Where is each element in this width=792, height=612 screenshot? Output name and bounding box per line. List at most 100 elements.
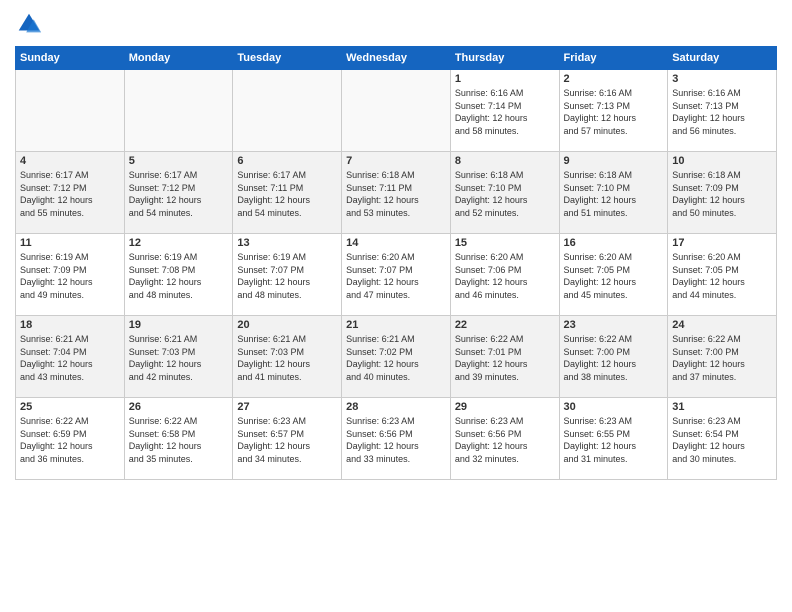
- day-info: Sunrise: 6:23 AM Sunset: 6:57 PM Dayligh…: [237, 415, 337, 465]
- day-info: Sunrise: 6:17 AM Sunset: 7:12 PM Dayligh…: [20, 169, 120, 219]
- day-info: Sunrise: 6:21 AM Sunset: 7:03 PM Dayligh…: [129, 333, 229, 383]
- calendar-cell: 12 Sunrise: 6:19 AM Sunset: 7:08 PM Dayli…: [124, 234, 233, 316]
- day-number: 26: [129, 401, 229, 413]
- calendar-cell: 6Sunrise: 6:17 AM Sunset: 7:11 PM Daylig…: [233, 152, 342, 234]
- calendar-header-saturday: Saturday: [668, 47, 777, 70]
- day-info: Sunrise: 6:22 AM Sunset: 6:59 PM Dayligh…: [20, 415, 120, 465]
- calendar-week-row: 18 Sunrise: 6:21 AM Sunset: 7:04 PM Dayli…: [16, 316, 777, 398]
- calendar-cell: 17 Sunrise: 6:20 AM Sunset: 7:05 PM Dayli…: [668, 234, 777, 316]
- calendar-cell: [16, 70, 125, 152]
- calendar-week-row: 1 Sunrise: 6:16 AM Sunset: 7:14 PM Daylig…: [16, 70, 777, 152]
- calendar-cell: 8Sunrise: 6:18 AM Sunset: 7:10 PM Daylig…: [450, 152, 559, 234]
- calendar-cell: 3Sunrise: 6:16 AM Sunset: 7:13 PM Daylig…: [668, 70, 777, 152]
- day-number: 8: [455, 155, 555, 167]
- calendar-cell: 18 Sunrise: 6:21 AM Sunset: 7:04 PM Dayli…: [16, 316, 125, 398]
- calendar-cell: 23 Sunrise: 6:22 AM Sunset: 7:00 PM Dayli…: [559, 316, 668, 398]
- day-number: 27: [237, 401, 337, 413]
- day-number: 14: [346, 237, 446, 249]
- logo-icon: [15, 10, 43, 38]
- day-number: 25: [20, 401, 120, 413]
- header: [15, 10, 777, 38]
- calendar-week-row: 4 Sunrise: 6:17 AM Sunset: 7:12 PM Daylig…: [16, 152, 777, 234]
- calendar-cell: 10Sunrise: 6:18 AM Sunset: 7:09 PM Dayli…: [668, 152, 777, 234]
- day-number: 11: [20, 237, 120, 249]
- calendar-cell: [124, 70, 233, 152]
- day-number: 7: [346, 155, 446, 167]
- day-number: 3: [672, 73, 772, 85]
- day-number: 20: [237, 319, 337, 331]
- calendar-cell: 26 Sunrise: 6:22 AM Sunset: 6:58 PM Dayli…: [124, 398, 233, 480]
- calendar-cell: 30 Sunrise: 6:23 AM Sunset: 6:55 PM Dayli…: [559, 398, 668, 480]
- day-number: 1: [455, 73, 555, 85]
- day-info: Sunrise: 6:22 AM Sunset: 6:58 PM Dayligh…: [129, 415, 229, 465]
- calendar-cell: 5Sunrise: 6:17 AM Sunset: 7:12 PM Daylig…: [124, 152, 233, 234]
- calendar-page: SundayMondayTuesdayWednesdayThursdayFrid…: [0, 0, 792, 612]
- calendar-cell: 28 Sunrise: 6:23 AM Sunset: 6:56 PM Dayli…: [342, 398, 451, 480]
- day-number: 6: [237, 155, 337, 167]
- calendar-cell: 4 Sunrise: 6:17 AM Sunset: 7:12 PM Daylig…: [16, 152, 125, 234]
- day-info: Sunrise: 6:19 AM Sunset: 7:09 PM Dayligh…: [20, 251, 120, 301]
- calendar-cell: 16 Sunrise: 6:20 AM Sunset: 7:05 PM Dayli…: [559, 234, 668, 316]
- calendar-table: SundayMondayTuesdayWednesdayThursdayFrid…: [15, 46, 777, 480]
- day-number: 5: [129, 155, 229, 167]
- calendar-cell: 1 Sunrise: 6:16 AM Sunset: 7:14 PM Daylig…: [450, 70, 559, 152]
- day-info: Sunrise: 6:22 AM Sunset: 7:00 PM Dayligh…: [672, 333, 772, 383]
- day-number: 13: [237, 237, 337, 249]
- day-info: Sunrise: 6:20 AM Sunset: 7:05 PM Dayligh…: [564, 251, 664, 301]
- calendar-cell: 11 Sunrise: 6:19 AM Sunset: 7:09 PM Dayli…: [16, 234, 125, 316]
- day-info: Sunrise: 6:19 AM Sunset: 7:08 PM Dayligh…: [129, 251, 229, 301]
- day-info: Sunrise: 6:22 AM Sunset: 7:01 PM Dayligh…: [455, 333, 555, 383]
- day-info: Sunrise: 6:21 AM Sunset: 7:02 PM Dayligh…: [346, 333, 446, 383]
- day-info: Sunrise: 6:23 AM Sunset: 6:54 PM Dayligh…: [672, 415, 772, 465]
- day-number: 17: [672, 237, 772, 249]
- calendar-header-row: SundayMondayTuesdayWednesdayThursdayFrid…: [16, 47, 777, 70]
- day-number: 29: [455, 401, 555, 413]
- day-info: Sunrise: 6:20 AM Sunset: 7:06 PM Dayligh…: [455, 251, 555, 301]
- calendar-cell: [233, 70, 342, 152]
- day-number: 12: [129, 237, 229, 249]
- day-info: Sunrise: 6:16 AM Sunset: 7:13 PM Dayligh…: [564, 87, 664, 137]
- calendar-header-friday: Friday: [559, 47, 668, 70]
- calendar-cell: 27 Sunrise: 6:23 AM Sunset: 6:57 PM Dayli…: [233, 398, 342, 480]
- calendar-cell: 31Sunrise: 6:23 AM Sunset: 6:54 PM Dayli…: [668, 398, 777, 480]
- calendar-cell: 29 Sunrise: 6:23 AM Sunset: 6:56 PM Dayli…: [450, 398, 559, 480]
- day-number: 15: [455, 237, 555, 249]
- calendar-cell: 19 Sunrise: 6:21 AM Sunset: 7:03 PM Dayli…: [124, 316, 233, 398]
- day-number: 23: [564, 319, 664, 331]
- logo: [15, 10, 47, 38]
- day-info: Sunrise: 6:18 AM Sunset: 7:10 PM Dayligh…: [564, 169, 664, 219]
- day-number: 24: [672, 319, 772, 331]
- day-number: 28: [346, 401, 446, 413]
- day-info: Sunrise: 6:22 AM Sunset: 7:00 PM Dayligh…: [564, 333, 664, 383]
- calendar-header-tuesday: Tuesday: [233, 47, 342, 70]
- day-number: 21: [346, 319, 446, 331]
- calendar-cell: 20Sunrise: 6:21 AM Sunset: 7:03 PM Dayli…: [233, 316, 342, 398]
- calendar-cell: 13 Sunrise: 6:19 AM Sunset: 7:07 PM Dayli…: [233, 234, 342, 316]
- calendar-cell: 14 Sunrise: 6:20 AM Sunset: 7:07 PM Dayli…: [342, 234, 451, 316]
- calendar-cell: 22 Sunrise: 6:22 AM Sunset: 7:01 PM Dayli…: [450, 316, 559, 398]
- day-info: Sunrise: 6:20 AM Sunset: 7:05 PM Dayligh…: [672, 251, 772, 301]
- day-info: Sunrise: 6:19 AM Sunset: 7:07 PM Dayligh…: [237, 251, 337, 301]
- day-info: Sunrise: 6:23 AM Sunset: 6:55 PM Dayligh…: [564, 415, 664, 465]
- day-number: 19: [129, 319, 229, 331]
- calendar-cell: 24 Sunrise: 6:22 AM Sunset: 7:00 PM Dayli…: [668, 316, 777, 398]
- day-number: 30: [564, 401, 664, 413]
- calendar-header-thursday: Thursday: [450, 47, 559, 70]
- calendar-cell: 7 Sunrise: 6:18 AM Sunset: 7:11 PM Daylig…: [342, 152, 451, 234]
- day-info: Sunrise: 6:21 AM Sunset: 7:04 PM Dayligh…: [20, 333, 120, 383]
- calendar-cell: 25 Sunrise: 6:22 AM Sunset: 6:59 PM Dayli…: [16, 398, 125, 480]
- day-info: Sunrise: 6:23 AM Sunset: 6:56 PM Dayligh…: [346, 415, 446, 465]
- calendar-cell: 21 Sunrise: 6:21 AM Sunset: 7:02 PM Dayli…: [342, 316, 451, 398]
- calendar-cell: 15 Sunrise: 6:20 AM Sunset: 7:06 PM Dayli…: [450, 234, 559, 316]
- day-number: 18: [20, 319, 120, 331]
- day-number: 22: [455, 319, 555, 331]
- day-info: Sunrise: 6:16 AM Sunset: 7:14 PM Dayligh…: [455, 87, 555, 137]
- calendar-cell: 2Sunrise: 6:16 AM Sunset: 7:13 PM Daylig…: [559, 70, 668, 152]
- day-number: 4: [20, 155, 120, 167]
- calendar-cell: 9Sunrise: 6:18 AM Sunset: 7:10 PM Daylig…: [559, 152, 668, 234]
- day-info: Sunrise: 6:23 AM Sunset: 6:56 PM Dayligh…: [455, 415, 555, 465]
- day-number: 16: [564, 237, 664, 249]
- day-info: Sunrise: 6:20 AM Sunset: 7:07 PM Dayligh…: [346, 251, 446, 301]
- calendar-header-sunday: Sunday: [16, 47, 125, 70]
- day-info: Sunrise: 6:18 AM Sunset: 7:11 PM Dayligh…: [346, 169, 446, 219]
